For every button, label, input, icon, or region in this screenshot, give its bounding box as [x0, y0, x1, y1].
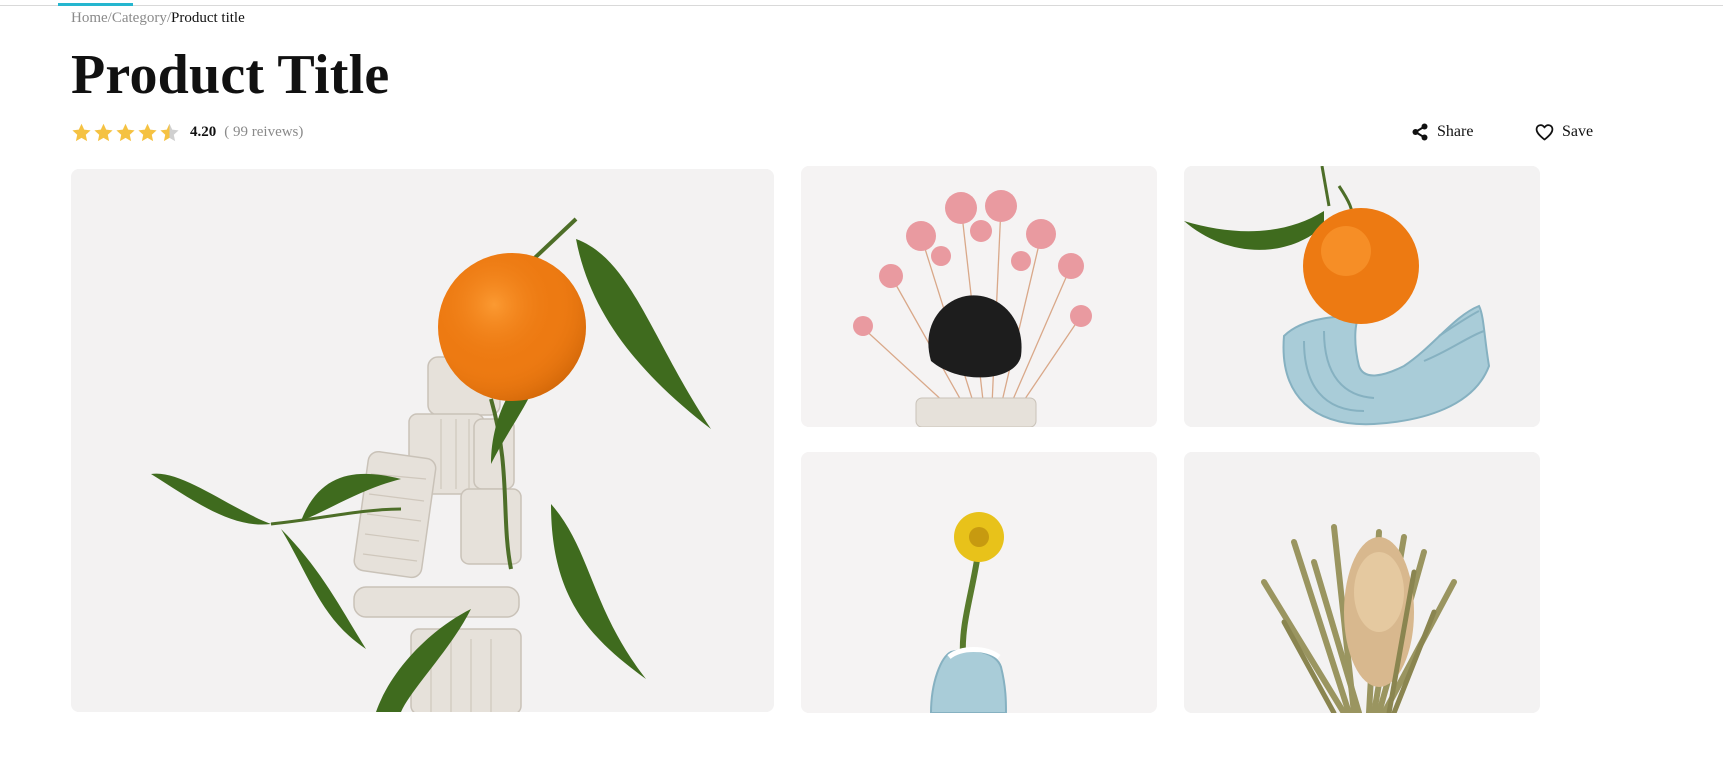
star-icon — [94, 123, 113, 141]
loading-indicator — [58, 3, 133, 6]
product-rating: 4.20 ( 99 reivews) — [71, 120, 303, 144]
breadcrumb-current: Product title — [171, 10, 245, 26]
star-icon — [116, 123, 135, 141]
gallery-thumbnail-4[interactable] — [1184, 452, 1540, 713]
breadcrumb-home-link[interactable]: Home — [71, 10, 108, 26]
gallery-thumbnail-3[interactable] — [801, 452, 1157, 713]
rating-value: 4.20 — [190, 123, 217, 140]
breadcrumb: Home/Category/Product title — [71, 8, 245, 28]
review-count-link[interactable]: ( 99 reivews) — [224, 124, 303, 141]
gallery-thumbnail-1[interactable] — [801, 166, 1157, 427]
star-icon — [160, 123, 179, 141]
top-divider — [0, 5, 1723, 6]
rating-stars — [71, 122, 181, 143]
product-page: Home/Category/Product title Product Titl… — [0, 0, 1723, 764]
save-label: Save — [1562, 123, 1594, 140]
star-icon — [138, 123, 157, 141]
star-icon — [72, 123, 91, 141]
save-button[interactable]: Save — [1535, 120, 1593, 144]
page-title: Product Title — [71, 44, 390, 106]
heart-icon — [1535, 123, 1554, 141]
share-label: Share — [1437, 123, 1474, 140]
gallery-thumbnail-2[interactable] — [1184, 166, 1540, 427]
breadcrumb-category-link[interactable]: Category — [112, 10, 167, 26]
share-icon — [1411, 123, 1429, 141]
main-product-image[interactable] — [71, 169, 774, 712]
share-button[interactable]: Share — [1411, 120, 1473, 144]
